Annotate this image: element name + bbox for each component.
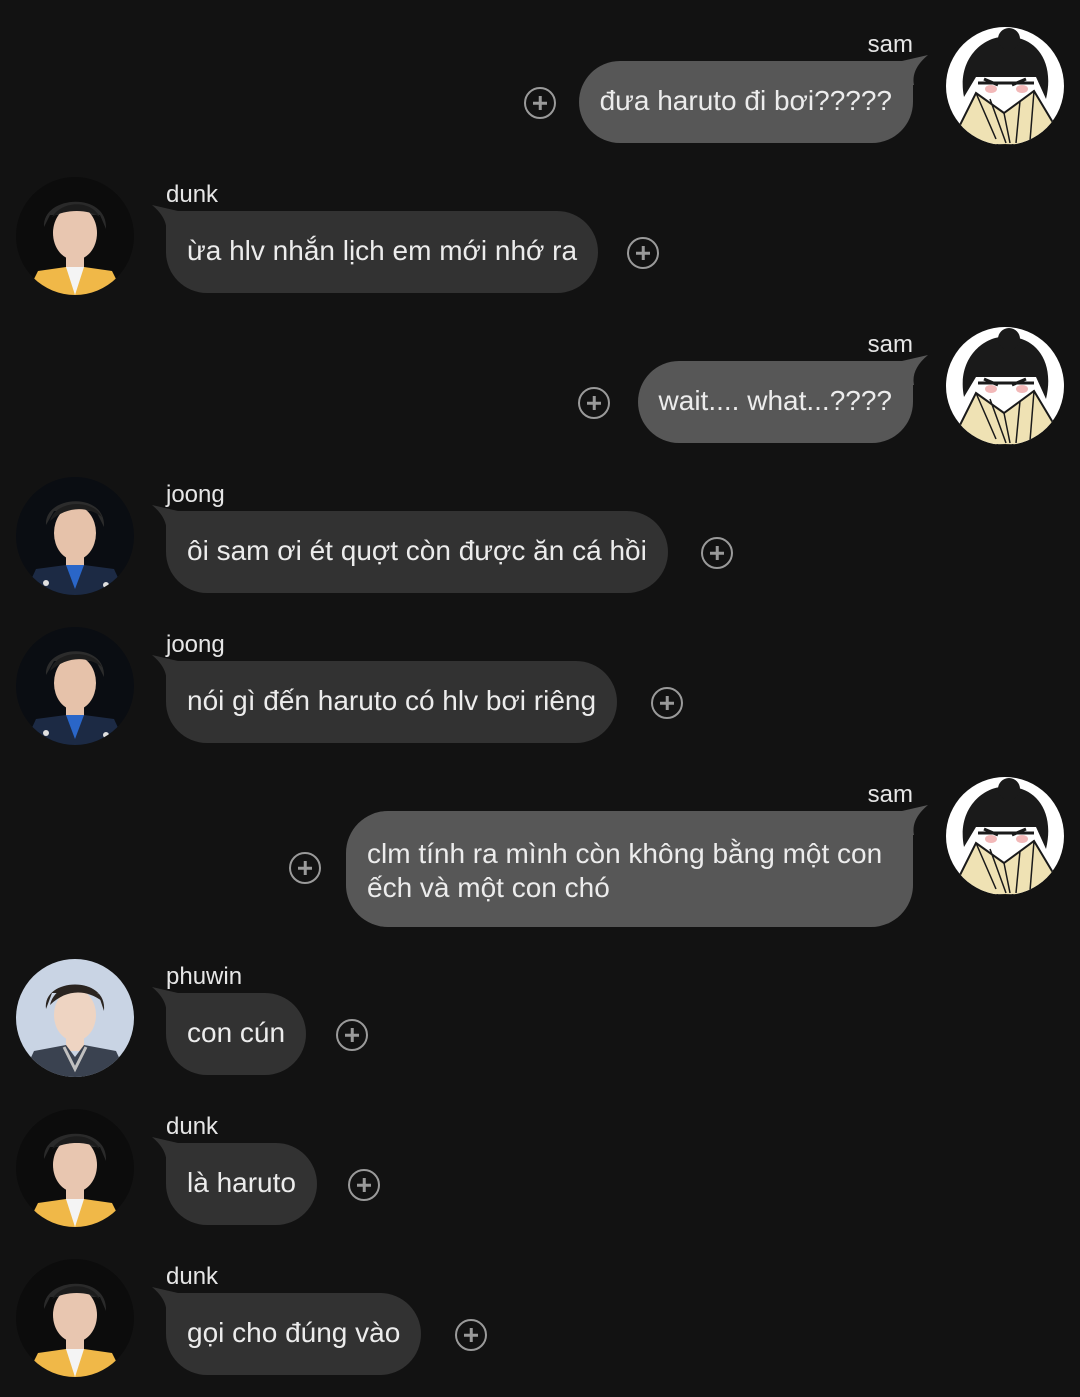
message-bubble[interactable]: gọi cho đúng vào	[166, 1293, 422, 1375]
message-bubble[interactable]: con cún	[166, 993, 307, 1075]
add-reaction-button[interactable]	[578, 387, 610, 419]
message-bubble[interactable]: wait.... what...????	[637, 361, 913, 443]
anime-fan-avatar-icon	[946, 27, 1064, 145]
avatar-phuwin[interactable]	[16, 959, 134, 1077]
joong-avatar-icon	[16, 627, 134, 745]
add-reaction-button[interactable]	[627, 237, 659, 269]
add-reaction-button[interactable]	[524, 87, 556, 119]
anime-fan-avatar-icon	[946, 777, 1064, 895]
avatar-joong[interactable]	[16, 477, 134, 595]
chat-thread: sam đưa haruto đi bơi????? dunk ừa hlv n…	[0, 0, 1080, 1397]
message-bubble[interactable]: đưa haruto đi bơi?????	[578, 61, 913, 143]
message-row: sam clm tính ra mình còn không bằng một …	[0, 750, 1080, 932]
message-bubble[interactable]: clm tính ra mình còn không bằng một con …	[346, 811, 913, 927]
anime-fan-avatar-icon	[946, 327, 1064, 445]
avatar-dunk[interactable]	[16, 1259, 134, 1377]
message-row: joong nói gì đến haruto có hlv bơi riêng	[0, 600, 1080, 750]
add-reaction-button[interactable]	[651, 687, 683, 719]
message-bubble[interactable]: ôi sam ơi ét quợt còn được ăn cá hồi	[166, 511, 668, 593]
message-row: dunk gọi cho đúng vào	[0, 1232, 1080, 1382]
joong-avatar-icon	[16, 477, 134, 595]
phuwin-avatar-icon	[16, 959, 134, 1077]
message-row: sam đưa haruto đi bơi?????	[0, 0, 1080, 150]
dunk-avatar-icon	[16, 1259, 134, 1377]
message-row: dunk là haruto	[0, 1082, 1080, 1232]
add-reaction-button[interactable]	[455, 1319, 487, 1351]
add-reaction-button[interactable]	[289, 852, 321, 884]
message-bubble[interactable]: ừa hlv nhắn lịch em mới nhớ ra	[166, 211, 599, 293]
dunk-avatar-icon	[16, 177, 134, 295]
avatar-joong[interactable]	[16, 627, 134, 745]
message-row: dunk ừa hlv nhắn lịch em mới nhớ ra	[0, 150, 1080, 300]
add-reaction-button[interactable]	[336, 1019, 368, 1051]
add-reaction-button[interactable]	[348, 1169, 380, 1201]
avatar-sam[interactable]	[946, 327, 1064, 445]
avatar-dunk[interactable]	[16, 177, 134, 295]
dunk-avatar-icon	[16, 1109, 134, 1227]
message-row: phuwin con cún	[0, 932, 1080, 1082]
add-reaction-button[interactable]	[701, 537, 733, 569]
message-bubble[interactable]: là haruto	[166, 1143, 317, 1225]
message-row: joong ôi sam ơi ét quợt còn được ăn cá h…	[0, 450, 1080, 600]
avatar-dunk[interactable]	[16, 1109, 134, 1227]
avatar-sam[interactable]	[946, 27, 1064, 145]
message-bubble[interactable]: nói gì đến haruto có hlv bơi riêng	[166, 661, 618, 743]
message-row: sam wait.... what...????	[0, 300, 1080, 450]
avatar-sam[interactable]	[946, 777, 1064, 895]
